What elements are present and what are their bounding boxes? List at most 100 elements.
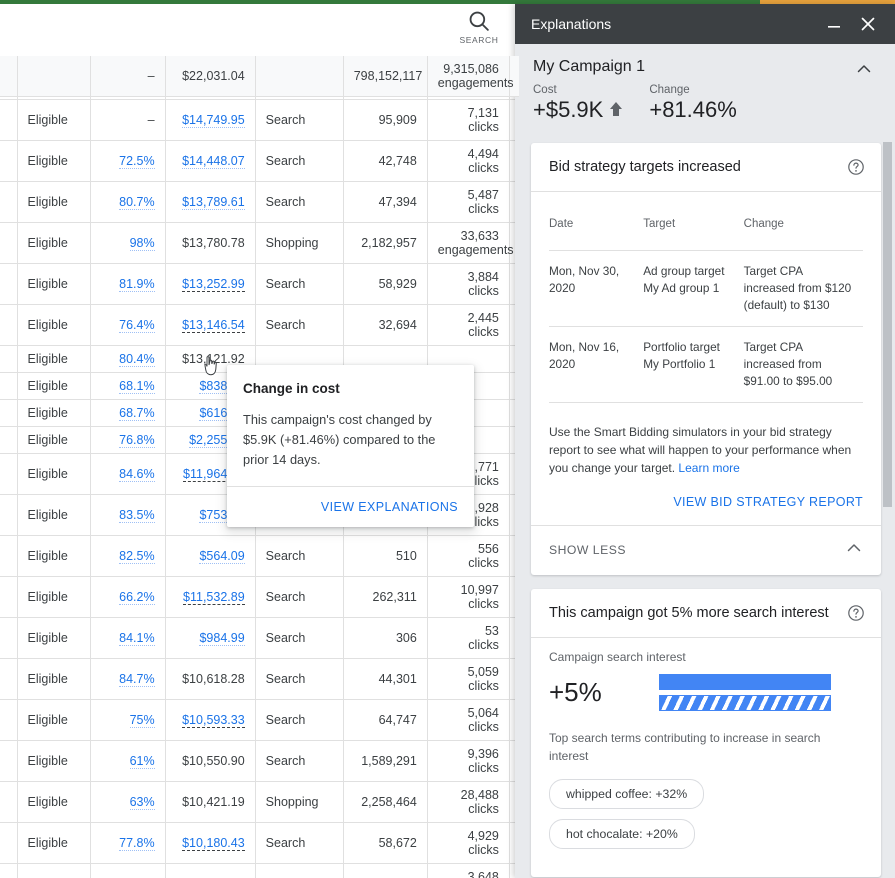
optimization-score-link[interactable]: 81.9% <box>119 276 155 292</box>
table-row[interactable]: Eligible 81.9% $13,252.99 Search 58,929 3,884… <box>0 263 519 305</box>
table-row[interactable]: Eligible 76.4% $13,146.54 Search 32,694 2,445… <box>0 304 519 346</box>
collapse-chevron-up-icon[interactable] <box>855 60 873 83</box>
cell-optimization-score[interactable]: 80.7% <box>90 181 166 223</box>
cell-cost[interactable]: $10,550.90 <box>165 740 256 782</box>
optimization-score-link[interactable]: 84.1% <box>119 630 155 646</box>
panel-scrollbar-thumb[interactable] <box>883 142 892 507</box>
cell-cost[interactable]: $14,448.07 <box>165 140 256 182</box>
cell-optimization-score[interactable]: 81.9% <box>90 263 166 305</box>
cell-optimization-score[interactable]: 68.1% <box>90 372 166 400</box>
cell-cost[interactable]: $13,146.54 <box>165 304 256 346</box>
optimization-score-link[interactable]: 77.8% <box>119 835 155 851</box>
optimization-score-link[interactable]: 76.4% <box>119 317 155 333</box>
cell-optimization-score[interactable]: 84.6% <box>90 453 166 495</box>
table-row[interactable]: Eligible 98% $13,780.78 Shopping 2,182,957 33… <box>0 222 519 264</box>
cost-link[interactable]: $984.99 <box>199 630 245 646</box>
cell-select[interactable] <box>0 740 18 782</box>
table-row[interactable]: Eligible 80.7% $13,789.61 Search 47,394 5,487… <box>0 181 519 223</box>
optimization-score-link[interactable]: 84.7% <box>119 671 155 687</box>
optimization-score-link[interactable]: 68.1% <box>119 378 155 394</box>
optimization-score-link[interactable]: 76.8% <box>119 432 155 448</box>
cell-select[interactable] <box>0 426 18 454</box>
table-row[interactable]: Eligible84.1%$984.99Search30653clicks10 <box>0 617 519 659</box>
search-term-chip[interactable]: whipped coffee: +32% <box>549 778 705 809</box>
optimization-score-link[interactable]: 82.5% <box>119 548 155 564</box>
table-row[interactable]: Eligible71.4%$10,017.72Search38,4903,648… <box>0 863 519 878</box>
cell-select[interactable] <box>0 658 18 700</box>
cost-link[interactable]: $13,252.99 <box>182 276 245 292</box>
cell-select[interactable] <box>0 399 18 427</box>
cell-optimization-score[interactable]: 98% <box>90 222 166 264</box>
view-bid-strategy-report-link[interactable]: VIEW BID STRATEGY REPORT <box>673 495 863 509</box>
table-row[interactable]: Eligible 72.5% $14,448.07 Search 42,748 4,494… <box>0 140 519 182</box>
cell-optimization-score[interactable]: 63% <box>90 781 166 823</box>
cell-optimization-score[interactable]: 71.4% <box>90 863 166 878</box>
optimization-score-link[interactable]: 61% <box>129 753 155 769</box>
cost-link[interactable]: $564.09 <box>199 548 245 564</box>
cell-select[interactable] <box>0 140 18 182</box>
cost-link[interactable]: $14,448.07 <box>182 153 245 169</box>
cell-select[interactable] <box>0 576 18 618</box>
cell-select[interactable] <box>0 535 18 577</box>
optimization-score-link[interactable]: 80.4% <box>119 351 155 367</box>
cell-optimization-score[interactable]: – <box>90 99 166 141</box>
cell-optimization-score[interactable]: 84.7% <box>90 658 166 700</box>
cell-cost[interactable]: $13,780.78 <box>165 222 256 264</box>
cell-optimization-score[interactable]: 75% <box>90 699 166 741</box>
cell-select[interactable] <box>0 863 18 878</box>
cell-select[interactable] <box>0 222 18 264</box>
cell-cost[interactable]: $10,618.28 <box>165 658 256 700</box>
cell-cost[interactable]: $984.99 <box>165 617 256 659</box>
show-less-button[interactable]: SHOW LESS <box>531 524 881 575</box>
table-row[interactable]: Eligible – $14,749.95 Search 95,909 7,131 clic… <box>0 99 519 141</box>
cell-cost[interactable]: $13,252.99 <box>165 263 256 305</box>
cell-select[interactable] <box>0 372 18 400</box>
cell-cost[interactable]: $14,749.95 <box>165 99 256 141</box>
table-row[interactable]: Eligible 61% $10,550.90 Search 1,589,291 9,39… <box>0 740 519 782</box>
cell-select[interactable] <box>0 617 18 659</box>
cell-cost[interactable]: $564.09 <box>165 535 256 577</box>
view-explanations-link[interactable]: VIEW EXPLANATIONS <box>321 500 458 514</box>
table-row[interactable]: Eligible 66.2% $11,532.89 Search 262,311 10,9… <box>0 576 519 618</box>
cell-select[interactable] <box>0 781 18 823</box>
help-icon[interactable] <box>847 158 865 176</box>
search-term-chip[interactable]: hot chocalate: +20% <box>549 818 695 849</box>
cell-cost[interactable]: $13,789.61 <box>165 181 256 223</box>
optimization-score-link[interactable]: 68.7% <box>119 405 155 421</box>
cell-select[interactable] <box>0 181 18 223</box>
cell-cost[interactable]: $10,421.19 <box>165 781 256 823</box>
cell-optimization-score[interactable]: 61% <box>90 740 166 782</box>
cell-optimization-score[interactable]: 80.4% <box>90 345 166 373</box>
cell-cost[interactable]: $11,532.89 <box>165 576 256 618</box>
cell-select[interactable] <box>0 345 18 373</box>
cell-optimization-score[interactable]: 66.2% <box>90 576 166 618</box>
cost-link[interactable]: $13,789.61 <box>182 194 245 210</box>
help-icon[interactable] <box>847 604 865 622</box>
cost-link[interactable]: $14,749.95 <box>182 112 245 128</box>
cell-optimization-score[interactable]: 84.1% <box>90 617 166 659</box>
cell-select[interactable] <box>0 822 18 864</box>
optimization-score-link[interactable]: 98% <box>129 235 155 251</box>
learn-more-link[interactable]: Learn more <box>678 461 739 475</box>
search-button[interactable]: SEARCH <box>451 8 507 52</box>
cell-optimization-score[interactable]: 76.8% <box>90 426 166 454</box>
table-row[interactable]: Eligible 84.7% $10,618.28 Search 44,301 5,059… <box>0 658 519 700</box>
optimization-score-link[interactable]: 80.7% <box>119 194 155 210</box>
optimization-score-link[interactable]: 84.6% <box>119 466 155 482</box>
panel-scroll-viewport[interactable]: My Campaign 1 Cost +$5.9K Change +81.46%… <box>515 44 895 878</box>
optimization-score-link[interactable]: 63% <box>129 794 155 810</box>
cell-cost[interactable]: $10,593.33 <box>165 699 256 741</box>
cost-link[interactable]: $13,146.54 <box>182 317 245 333</box>
cell-select[interactable] <box>0 453 18 495</box>
cell-optimization-score[interactable]: 72.5% <box>90 140 166 182</box>
cell-optimization-score[interactable]: 68.7% <box>90 399 166 427</box>
cell-select[interactable] <box>0 99 18 141</box>
cell-optimization-score[interactable]: 82.5% <box>90 535 166 577</box>
table-row[interactable]: Eligible 82.5% $564.09 Search 510 556 clicks <box>0 535 519 577</box>
cost-link[interactable]: $10,180.43 <box>182 835 245 851</box>
optimization-score-link[interactable]: 72.5% <box>119 153 155 169</box>
cell-select[interactable] <box>0 263 18 305</box>
cell-cost[interactable]: $10,017.72 <box>165 863 256 878</box>
optimization-score-link[interactable]: 83.5% <box>119 507 155 523</box>
cell-optimization-score[interactable]: 77.8% <box>90 822 166 864</box>
